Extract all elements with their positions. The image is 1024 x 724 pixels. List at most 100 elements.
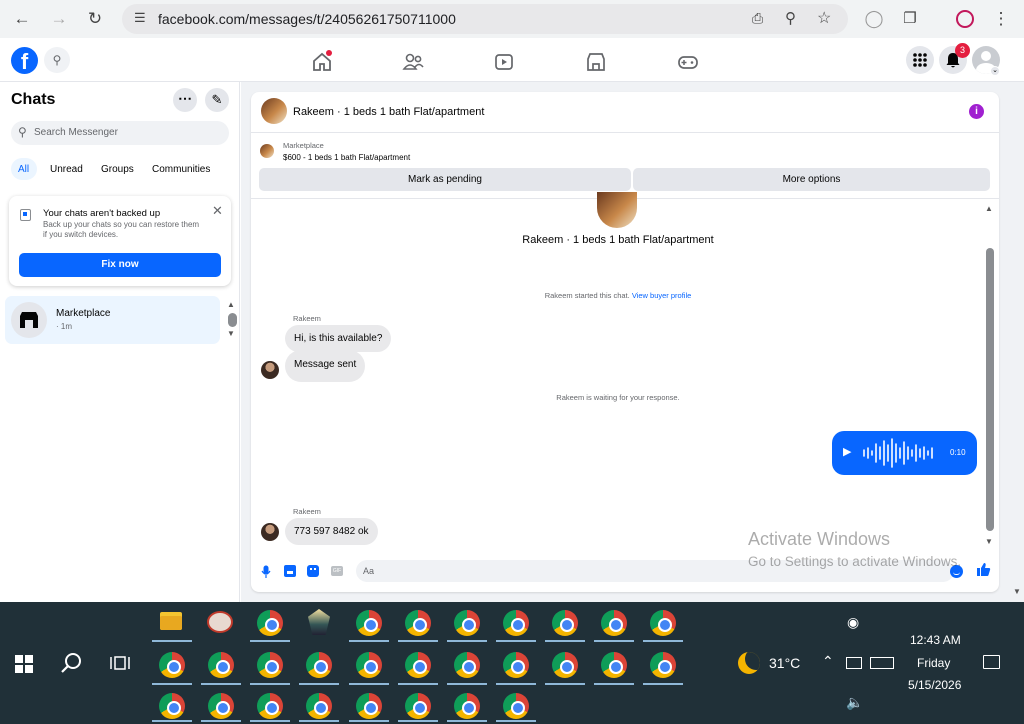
info-icon[interactable]: i [969, 104, 984, 119]
facebook-logo-icon[interactable]: f [11, 47, 38, 74]
chrome-icon[interactable] [208, 652, 234, 678]
clock-date[interactable]: 5/15/2026 [908, 678, 961, 692]
windows-start-icon[interactable] [15, 655, 33, 673]
meet-now-icon[interactable]: ◉ [847, 614, 859, 631]
reload-icon[interactable]: ↻ [83, 7, 107, 31]
menu-grid-icon[interactable] [906, 46, 934, 74]
chrome-icon[interactable] [552, 610, 578, 636]
close-icon[interactable]: ✕ [212, 203, 223, 219]
address-bar[interactable]: ☰ facebook.com/messages/t/24056261750711… [122, 4, 848, 34]
mark-as-pending-button[interactable]: Mark as pending [259, 168, 631, 191]
chrome-icon[interactable] [601, 652, 627, 678]
zoom-icon[interactable]: ⚲ [785, 9, 796, 27]
chrome-icon[interactable] [454, 693, 480, 719]
chevron-up-icon[interactable]: ⌃ [822, 653, 834, 670]
install-app-icon[interactable]: ⎙ [752, 10, 763, 27]
menu-icon[interactable]: ⋮ [989, 7, 1013, 31]
friends-icon[interactable] [401, 50, 425, 74]
chrome-icon[interactable] [650, 610, 676, 636]
task-view-icon[interactable] [110, 654, 130, 672]
list-item[interactable]: Marketplace · 1m [5, 296, 220, 344]
image-icon[interactable] [284, 565, 296, 577]
sender-avatar[interactable] [261, 523, 279, 541]
sticker-icon[interactable] [307, 565, 319, 577]
chrome-icon[interactable] [503, 693, 529, 719]
network-icon[interactable] [846, 657, 862, 669]
marketplace-icon[interactable] [584, 50, 608, 74]
chrome-icon[interactable] [159, 652, 185, 678]
gaming-icon[interactable] [676, 50, 700, 74]
chrome-icon[interactable] [306, 652, 332, 678]
extensions-icon[interactable]: ❐ [898, 7, 922, 31]
search-icon[interactable]: ⚲ [44, 47, 70, 73]
video-icon[interactable] [492, 50, 516, 74]
message-bubble[interactable]: Message sent [285, 350, 366, 382]
keyboard-icon[interactable] [870, 657, 894, 669]
microphone-icon[interactable] [261, 565, 271, 579]
site-settings-icon[interactable]: ☰ [134, 10, 146, 26]
tab-groups[interactable]: Groups [101, 164, 134, 175]
chrome-icon[interactable] [601, 610, 627, 636]
scrollbar-thumb[interactable] [986, 248, 994, 531]
clock-day[interactable]: Friday [917, 656, 950, 670]
voice-message-bubble[interactable]: ▶ 0:10 [832, 431, 977, 475]
chrome-icon[interactable] [650, 652, 676, 678]
more-options-button[interactable]: More options [633, 168, 990, 191]
thumbs-up-icon[interactable] [976, 562, 991, 577]
tab-all[interactable]: All [11, 158, 37, 180]
tab-unread[interactable]: Unread [50, 164, 83, 175]
chrome-icon[interactable] [503, 610, 529, 636]
chrome-icon[interactable] [503, 652, 529, 678]
chrome-icon[interactable] [356, 610, 382, 636]
forward-icon[interactable]: → [47, 7, 71, 31]
scroll-down-icon[interactable]: ▼ [985, 537, 993, 546]
chrome-icon[interactable] [306, 693, 332, 719]
app-icon[interactable] [308, 609, 330, 635]
gif-icon[interactable]: GIF [331, 566, 343, 576]
sender-avatar[interactable] [261, 361, 279, 379]
play-icon[interactable]: ▶ [843, 445, 851, 458]
chrome-icon[interactable] [356, 693, 382, 719]
chrome-icon[interactable] [405, 652, 431, 678]
temperature[interactable]: 31°C [769, 655, 800, 671]
chrome-icon[interactable] [257, 610, 283, 636]
chrome-icon[interactable] [454, 610, 480, 636]
scroll-up-icon[interactable]: ▲ [227, 300, 235, 309]
new-message-icon[interactable]: ✎ [205, 88, 229, 112]
home-icon[interactable] [310, 50, 334, 74]
tab-communities[interactable]: Communities [152, 164, 210, 175]
message-text: 773 597 8482 ok [285, 518, 378, 545]
chrome-icon[interactable] [257, 693, 283, 719]
chrome-icon[interactable] [405, 693, 431, 719]
weather-moon-icon[interactable] [738, 652, 760, 674]
listing-description[interactable]: $600 - 1 beds 1 bath Flat/apartment [283, 153, 410, 162]
chrome-icon[interactable] [356, 652, 382, 678]
globe-icon[interactable]: ◯ [862, 7, 886, 31]
clock-time[interactable]: 12:43 AM [910, 633, 961, 647]
scroll-down-icon[interactable]: ▼ [227, 329, 235, 338]
message-bubble[interactable]: Hi, is this available? [285, 325, 392, 352]
search-icon[interactable] [61, 652, 83, 674]
chrome-icon[interactable] [257, 652, 283, 678]
chevron-down-icon[interactable]: ⌄ [990, 66, 1000, 76]
scrollbar-thumb[interactable] [228, 313, 237, 327]
fix-now-button[interactable]: Fix now [19, 253, 221, 277]
chrome-icon[interactable] [208, 693, 234, 719]
search-field[interactable]: ⚲ Search Messenger [11, 121, 229, 145]
message-bubble[interactable]: 773 597 8482 ok [285, 518, 378, 545]
chrome-icon[interactable] [159, 693, 185, 719]
profile-icon[interactable] [956, 10, 974, 28]
page-scroll-down-icon[interactable]: ▼ [1013, 587, 1021, 596]
bookmark-star-icon[interactable]: ☆ [817, 8, 831, 28]
more-options-icon[interactable]: ⋯ [173, 88, 197, 112]
chrome-icon[interactable] [405, 610, 431, 636]
scroll-up-icon[interactable]: ▲ [985, 204, 993, 213]
view-buyer-profile-link[interactable]: View buyer profile [632, 291, 691, 300]
chrome-icon[interactable] [454, 652, 480, 678]
chrome-icon[interactable] [552, 652, 578, 678]
app-icon[interactable] [207, 611, 233, 633]
notification-center-icon[interactable] [983, 655, 1000, 669]
file-explorer-icon[interactable] [160, 612, 182, 630]
volume-icon[interactable]: 🔈 [846, 694, 863, 711]
back-icon[interactable]: ← [10, 7, 34, 31]
